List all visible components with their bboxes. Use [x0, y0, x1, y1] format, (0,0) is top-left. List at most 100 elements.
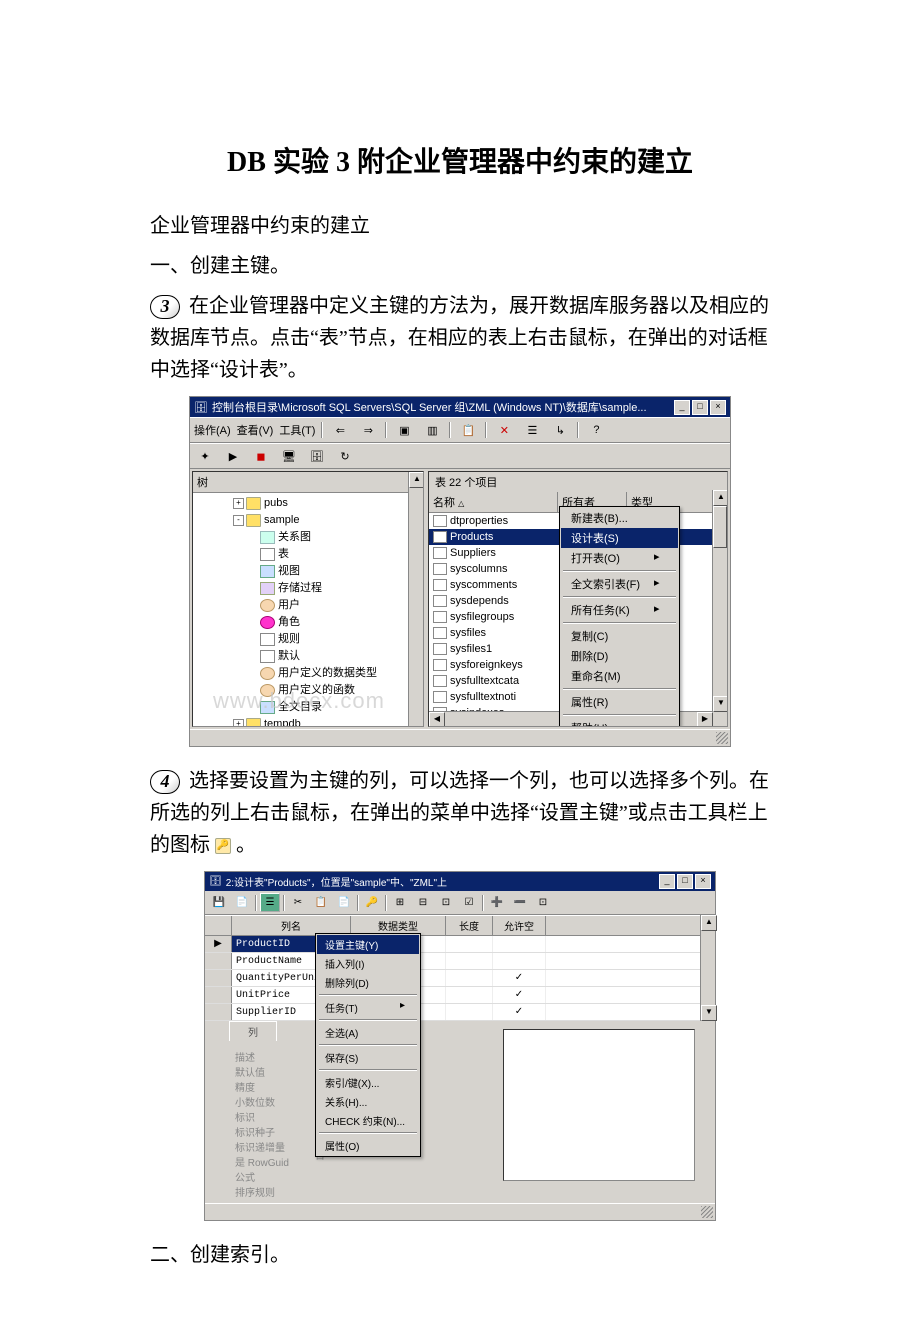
scroll-down-icon[interactable]: ▼ [713, 696, 728, 712]
menu-item[interactable]: 删除列(D) [317, 973, 419, 992]
grid-row[interactable]: QuantityPerUnit✓ [205, 970, 715, 987]
grid-marker-header [205, 916, 232, 935]
db-icon[interactable]: 🗄 [306, 446, 328, 466]
check-icon[interactable]: ☑ [459, 893, 479, 912]
properties-value-box[interactable] [503, 1029, 695, 1181]
menu-view[interactable]: 查看(V) [237, 422, 274, 438]
list-pane[interactable]: 表 22 个项目 名称 △ 所有者 类型 dtpropertiesdbo系统Pr… [428, 471, 728, 727]
cut-icon[interactable]: ✂ [288, 893, 308, 912]
resize-grip-icon[interactable] [716, 732, 728, 744]
trigger-icon[interactable]: ⊡ [436, 893, 456, 912]
script-icon[interactable]: 📄 [232, 893, 252, 912]
tree-item[interactable]: 存储过程 [197, 580, 419, 597]
scroll-down-icon[interactable]: ▼ [701, 1005, 717, 1021]
properties-icon[interactable]: ☰ [260, 893, 280, 912]
nav-back-icon[interactable]: ⇐ [329, 420, 351, 440]
tree-item[interactable]: 用户 [197, 597, 419, 614]
help-icon[interactable]: ? [585, 420, 607, 440]
list-scrollbar-v[interactable]: ▲ ▼ [712, 490, 727, 726]
grid-row[interactable]: UnitPrice✓ [205, 987, 715, 1004]
paste-icon[interactable]: 📄 [334, 893, 354, 912]
grid-row[interactable]: ProductName [205, 953, 715, 970]
minimize-button[interactable]: _ [674, 400, 690, 415]
menu-item[interactable]: 设置主键(Y) [317, 935, 419, 954]
menu-item[interactable]: 索引/键(X)... [317, 1073, 419, 1092]
insert-row-icon[interactable]: ➕ [487, 893, 507, 912]
delete-row-icon[interactable]: ➖ [510, 893, 530, 912]
copy-icon[interactable]: 📋 [457, 420, 479, 440]
menu-action[interactable]: 操作(A) [194, 422, 231, 438]
properties-tab[interactable]: 列 [229, 1021, 277, 1041]
tree-item[interactable]: 表 [197, 546, 419, 563]
menu-item[interactable]: 复制(C) [561, 626, 678, 646]
grid-scrollbar[interactable]: ▲ ▼ [700, 915, 715, 1021]
scroll-right-icon[interactable]: ▶ [697, 712, 713, 727]
menu-item[interactable]: 新建表(B)... [561, 508, 678, 528]
index-icon[interactable]: ⊞ [390, 893, 410, 912]
menu-item[interactable]: 属性(R) [561, 692, 678, 712]
scroll-left-icon[interactable]: ◀ [429, 712, 445, 727]
tree-item[interactable]: +pubs [197, 495, 419, 512]
tree-scrollbar[interactable]: ▲ [408, 472, 423, 726]
menu-item[interactable]: 保存(S) [317, 1048, 419, 1067]
wizard-icon[interactable]: ✦ [194, 446, 216, 466]
maximize-button[interactable]: □ [692, 400, 708, 415]
refresh-icon[interactable]: ↻ [334, 446, 356, 466]
run-icon[interactable]: ▶ [222, 446, 244, 466]
scroll-thumb[interactable] [713, 506, 727, 548]
maximize-button[interactable]: □ [677, 874, 693, 889]
copy-icon[interactable]: 📋 [311, 893, 331, 912]
menu-item[interactable]: CHECK 约束(N)... [317, 1111, 419, 1130]
minimize-button[interactable]: _ [659, 874, 675, 889]
tree-item[interactable]: 规则 [197, 631, 419, 648]
nav-forward-icon[interactable]: ⇒ [357, 420, 379, 440]
close-button[interactable]: × [695, 874, 711, 889]
stop-icon[interactable]: ◼ [250, 446, 272, 466]
grid-row[interactable]: ▶ProductID [205, 936, 715, 953]
scroll-up-icon[interactable]: ▲ [713, 490, 728, 506]
scroll-up-icon[interactable]: ▲ [701, 915, 717, 931]
menu-item[interactable]: 全选(A) [317, 1023, 419, 1042]
menu-item[interactable]: 帮助(H) [561, 718, 678, 727]
tree-pane[interactable]: 树 +pubs-sample关系图表视图存储过程用户角色规则默认用户定义的数据类… [192, 471, 424, 727]
tree-item[interactable]: 用户定义的数据类型 [197, 665, 419, 682]
context-menu[interactable]: 新建表(B)...设计表(S)打开表(O)▸ 全文索引表(F)▸ 所有任务(K)▸ 复… [559, 506, 680, 727]
col-name-header[interactable]: 名称 △ [429, 492, 558, 512]
server-icon[interactable]: 🖥 [278, 446, 300, 466]
grid-col-null[interactable]: 允许空 [493, 916, 546, 935]
delete-icon[interactable]: ✕ [493, 420, 515, 440]
export-icon[interactable]: ↳ [549, 420, 571, 440]
menu-item[interactable]: 任务(T)▸ [317, 998, 419, 1017]
tree-item[interactable]: 用户定义的函数 [197, 682, 419, 699]
menu-item[interactable]: 关系(H)... [317, 1092, 419, 1111]
menu-item[interactable]: 属性(O) [317, 1136, 419, 1155]
menu-item[interactable]: 所有任务(K)▸ [561, 600, 678, 620]
tree-item[interactable]: 视图 [197, 563, 419, 580]
menu-item[interactable]: 打开表(O)▸ [561, 548, 678, 568]
up-icon[interactable]: ▣ [393, 420, 415, 440]
tree-item[interactable]: 默认 [197, 648, 419, 665]
context-menu[interactable]: 设置主键(Y)插入列(I)删除列(D) 任务(T)▸ 全选(A) 保存(S) 索引/键(… [315, 933, 421, 1157]
list-icon[interactable]: ▥ [421, 420, 443, 440]
tree-item[interactable]: -sample [197, 512, 419, 529]
generate-icon[interactable]: ⊡ [533, 893, 553, 912]
tree-item[interactable]: 关系图 [197, 529, 419, 546]
tree-item[interactable]: 全文目录 [197, 699, 419, 716]
menu-item[interactable]: 插入列(I) [317, 954, 419, 973]
save-icon[interactable]: 💾 [209, 893, 229, 912]
primary-key-icon[interactable]: 🔑 [362, 893, 382, 912]
menu-item[interactable]: 重命名(M) [561, 666, 678, 686]
menu-item[interactable]: 全文索引表(F)▸ [561, 574, 678, 594]
menu-tools[interactable]: 工具(T) [279, 422, 315, 438]
close-button[interactable]: × [710, 400, 726, 415]
menu-item[interactable]: 设计表(S) [561, 528, 678, 548]
grid-col-len[interactable]: 长度 [446, 916, 493, 935]
grid-row[interactable]: SupplierID✓ [205, 1004, 715, 1021]
relation-icon[interactable]: ⊟ [413, 893, 433, 912]
properties-icon[interactable]: ☰ [521, 420, 543, 440]
tree-item[interactable]: +tempdb [197, 716, 419, 727]
resize-grip-icon[interactable] [701, 1206, 713, 1218]
tree-item[interactable]: 角色 [197, 614, 419, 631]
menu-item[interactable]: 删除(D) [561, 646, 678, 666]
scroll-up-icon[interactable]: ▲ [409, 472, 424, 488]
